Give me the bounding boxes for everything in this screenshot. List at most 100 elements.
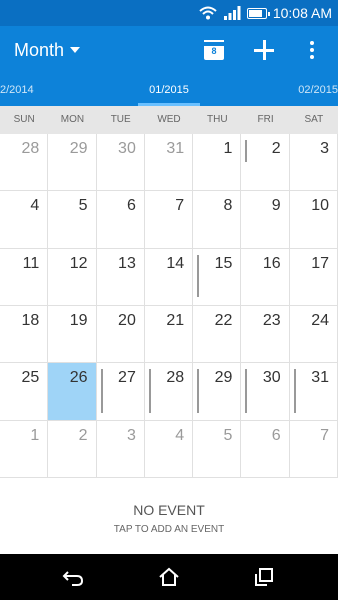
day-cell[interactable]: 31 [289,363,338,421]
day-cell[interactable]: 31 [144,134,194,192]
day-cell[interactable]: 13 [96,248,145,306]
view-mode-dropdown[interactable]: Month [14,26,81,74]
event-indicator [293,369,296,413]
day-number: 26 [69,369,88,387]
day-cell[interactable]: 30 [96,134,145,192]
day-cell[interactable]: 7 [289,420,338,478]
weekday-label: FRI [257,114,274,125]
day-cell[interactable]: 16 [241,248,290,306]
day-number: 31 [166,140,185,157]
back-icon[interactable] [62,566,86,588]
day-number: 31 [311,369,329,387]
status-bar: 10:08 AM [0,0,338,26]
event-indicator [148,369,151,413]
home-icon[interactable] [157,566,181,588]
day-number: 19 [69,312,88,329]
day-cell[interactable]: 6 [241,420,290,478]
day-cell[interactable]: 4 [0,191,49,249]
day-cell[interactable]: 4 [144,420,194,478]
today-button[interactable]: 8 [202,38,226,62]
more-options-icon[interactable] [304,38,320,62]
day-number: 27 [118,369,136,387]
day-number: 12 [69,254,88,272]
day-cell[interactable]: 5 [48,191,97,249]
day-number: 6 [271,426,281,444]
day-cell[interactable]: 2 [241,134,290,192]
recent-apps-icon[interactable] [252,566,276,588]
add-event-button[interactable] [250,36,278,64]
view-mode-label: Month [14,39,65,60]
day-cell[interactable]: 5 [193,420,242,478]
day-number: 24 [311,312,329,329]
day-cell[interactable]: 20 [96,306,145,364]
day-number: 15 [214,254,233,272]
day-cell[interactable]: 29 [193,363,242,421]
day-number: 10 [311,197,329,215]
navigation-bar [0,554,338,600]
no-event-title: NO EVENT [133,502,205,518]
weekday-label: SAT [304,114,324,125]
event-indicator [100,369,103,413]
signal-icon [223,6,241,20]
day-number: 5 [78,197,88,215]
day-number: 25 [21,369,40,387]
day-number: 3 [126,426,136,444]
day-cell[interactable]: 24 [289,306,338,364]
day-cell[interactable]: 17 [289,248,338,306]
app-bar: Month 8 [0,26,338,74]
day-cell[interactable]: 1 [0,420,49,478]
day-cell[interactable]: 3 [96,420,145,478]
day-cell[interactable]: 8 [193,191,242,249]
day-cell[interactable]: 1 [193,134,242,192]
weekday-label: SUN [13,114,35,125]
status-time: 10:08 AM [272,5,332,21]
day-cell[interactable]: 12 [48,248,97,306]
day-cell[interactable]: 7 [144,191,194,249]
weekday-label: THU [206,114,228,125]
day-cell[interactable]: 22 [193,306,242,364]
day-cell[interactable]: 14 [144,248,194,306]
battery-icon [246,7,270,19]
day-cell[interactable]: 3 [289,134,338,192]
day-cell[interactable]: 23 [241,306,290,364]
day-number: 29 [69,140,88,157]
day-number: 5 [223,426,233,444]
day-cell[interactable]: 2 [48,420,97,478]
weekday-header: SUN MON TUE WED THU FRI SAT [0,106,338,134]
empty-state[interactable]: NO EVENT TAP TO ADD AN EVENT [0,478,338,554]
day-cell[interactable]: 19 [48,306,97,364]
day-number: 4 [30,197,40,215]
day-number: 1 [30,426,40,444]
day-number: 17 [311,254,329,272]
day-number: 1 [223,140,233,157]
calendar-today-icon: 8 [204,40,224,60]
day-cell[interactable]: 25 [0,363,49,421]
wifi-icon [199,6,217,20]
day-number: 28 [21,140,40,157]
month-grid: 28 29 30 31 1 2 3 4 5 6 7 8 9 10 11 12 13 14 15 16 17 18 19 20 2… [0,134,338,478]
day-cell[interactable]: 30 [241,363,290,421]
day-cell[interactable]: 15 [193,248,242,306]
day-cell-selected[interactable]: 26 [48,363,97,421]
day-number: 16 [262,254,281,272]
day-cell[interactable]: 6 [96,191,145,249]
day-number: 7 [175,197,185,215]
day-cell[interactable]: 10 [289,191,338,249]
month-tab-previous[interactable]: 2/2014 [0,74,34,106]
day-cell[interactable]: 11 [0,248,49,306]
weekday-label: MON [60,114,85,125]
day-number: 29 [214,369,233,387]
month-tab-next[interactable]: 02/2015 [298,74,338,106]
event-indicator [197,369,200,413]
day-cell[interactable]: 28 [0,134,49,192]
month-tab-current[interactable]: 01/2015 [138,74,200,106]
day-cell[interactable]: 28 [144,363,194,421]
day-number: 6 [126,197,136,215]
caret-down-icon [70,47,81,53]
day-cell[interactable]: 21 [144,306,194,364]
day-number: 2 [78,426,88,444]
day-cell[interactable]: 29 [48,134,97,192]
day-cell[interactable]: 9 [241,191,290,249]
day-cell[interactable]: 27 [96,363,145,421]
day-cell[interactable]: 18 [0,306,49,364]
